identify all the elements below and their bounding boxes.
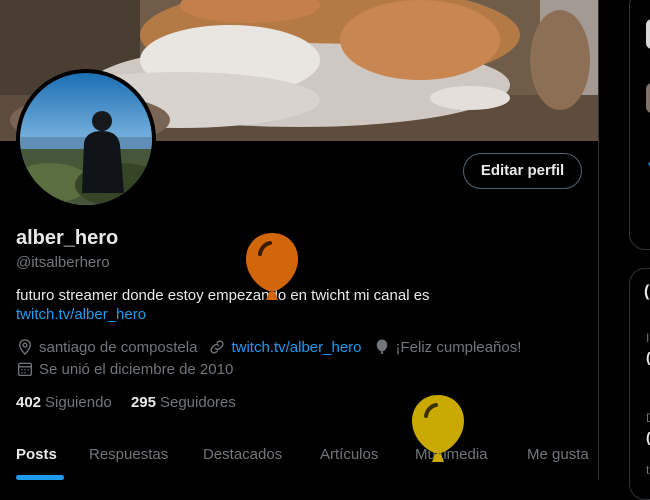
sidebar-text-fragment: I [646,331,650,345]
tab-respuestas[interactable]: Respuestas [89,430,168,480]
birthday-text: ¡Feliz cumpleaños! [395,338,522,356]
followers-count: 295 [130,394,156,411]
sidebar-thumb[interactable] [646,83,650,113]
sidebar-text-fragment: ( [646,349,650,365]
profile-bio: futuro streamer donde estoy empezando en… [16,286,430,324]
following-label: Siguiendo [45,394,112,411]
profile-main-column: Editar perfil alber_hero @itsalberhero f… [0,0,598,480]
location-text: santiago de compostela [39,338,198,356]
calendar-icon [16,360,34,378]
avatar-photo [20,73,152,205]
active-tab-indicator [16,475,64,480]
profile-meta-row: santiago de compostela twitch.tv/alber_h… [16,338,532,356]
following-count: 402 [16,394,42,411]
profile-tabs: Posts Respuestas Destacados Artículos Mu… [0,430,598,480]
profile-website[interactable]: twitch.tv/alber_hero [208,338,362,356]
following-link[interactable]: 402 Siguiendo [16,394,112,411]
edit-profile-button[interactable]: Editar perfil [463,153,582,189]
birthday-balloon-yellow-icon [412,395,464,462]
joined-text: Se unió el diciembre de 2010 [39,360,234,378]
profile-location: santiago de compostela [16,338,197,356]
link-icon [208,338,226,356]
sidebar-card-top: V [629,0,650,250]
tab-destacados[interactable]: Destacados [203,430,282,480]
profile-handle: @itsalberhero [16,254,110,271]
profile-birthday: ¡Feliz cumpleaños! [373,338,522,356]
tab-me-gusta[interactable]: Me gusta [527,430,589,480]
birthday-balloon-orange-icon [246,233,298,300]
balloon-icon [373,338,391,356]
followers-label: Seguidores [159,394,236,411]
website-link[interactable]: twitch.tv/alber_hero [231,339,361,356]
column-divider [598,0,599,480]
sidebar-text-fragment: t [646,463,650,477]
tab-posts[interactable]: Posts [16,430,57,480]
follow-stats: 402 Siguiendo 295 Seguidores [16,394,251,411]
sidebar-text-fragment: D [646,411,650,425]
sidebar-card-bottom: ( I ( D ( t [629,268,650,500]
tab-articulos[interactable]: Artículos [320,430,378,480]
profile-joined: Se unió el diciembre de 2010 [16,360,233,378]
location-pin-icon [16,338,34,356]
sidebar-text-fragment: ( [646,429,650,445]
bio-link[interactable]: twitch.tv/alber_hero [16,305,430,324]
followers-link[interactable]: 295 Seguidores [131,394,236,411]
sidebar-thumb[interactable] [646,19,650,49]
avatar[interactable] [20,73,152,205]
profile-joined-row: Se unió el diciembre de 2010 [16,360,244,378]
bio-text: futuro streamer donde estoy empezando en… [16,287,430,304]
profile-display-name: alber_hero [16,227,119,249]
sidebar-heading-fragment: ( [644,283,650,300]
profile-avatar-frame[interactable] [16,69,156,209]
